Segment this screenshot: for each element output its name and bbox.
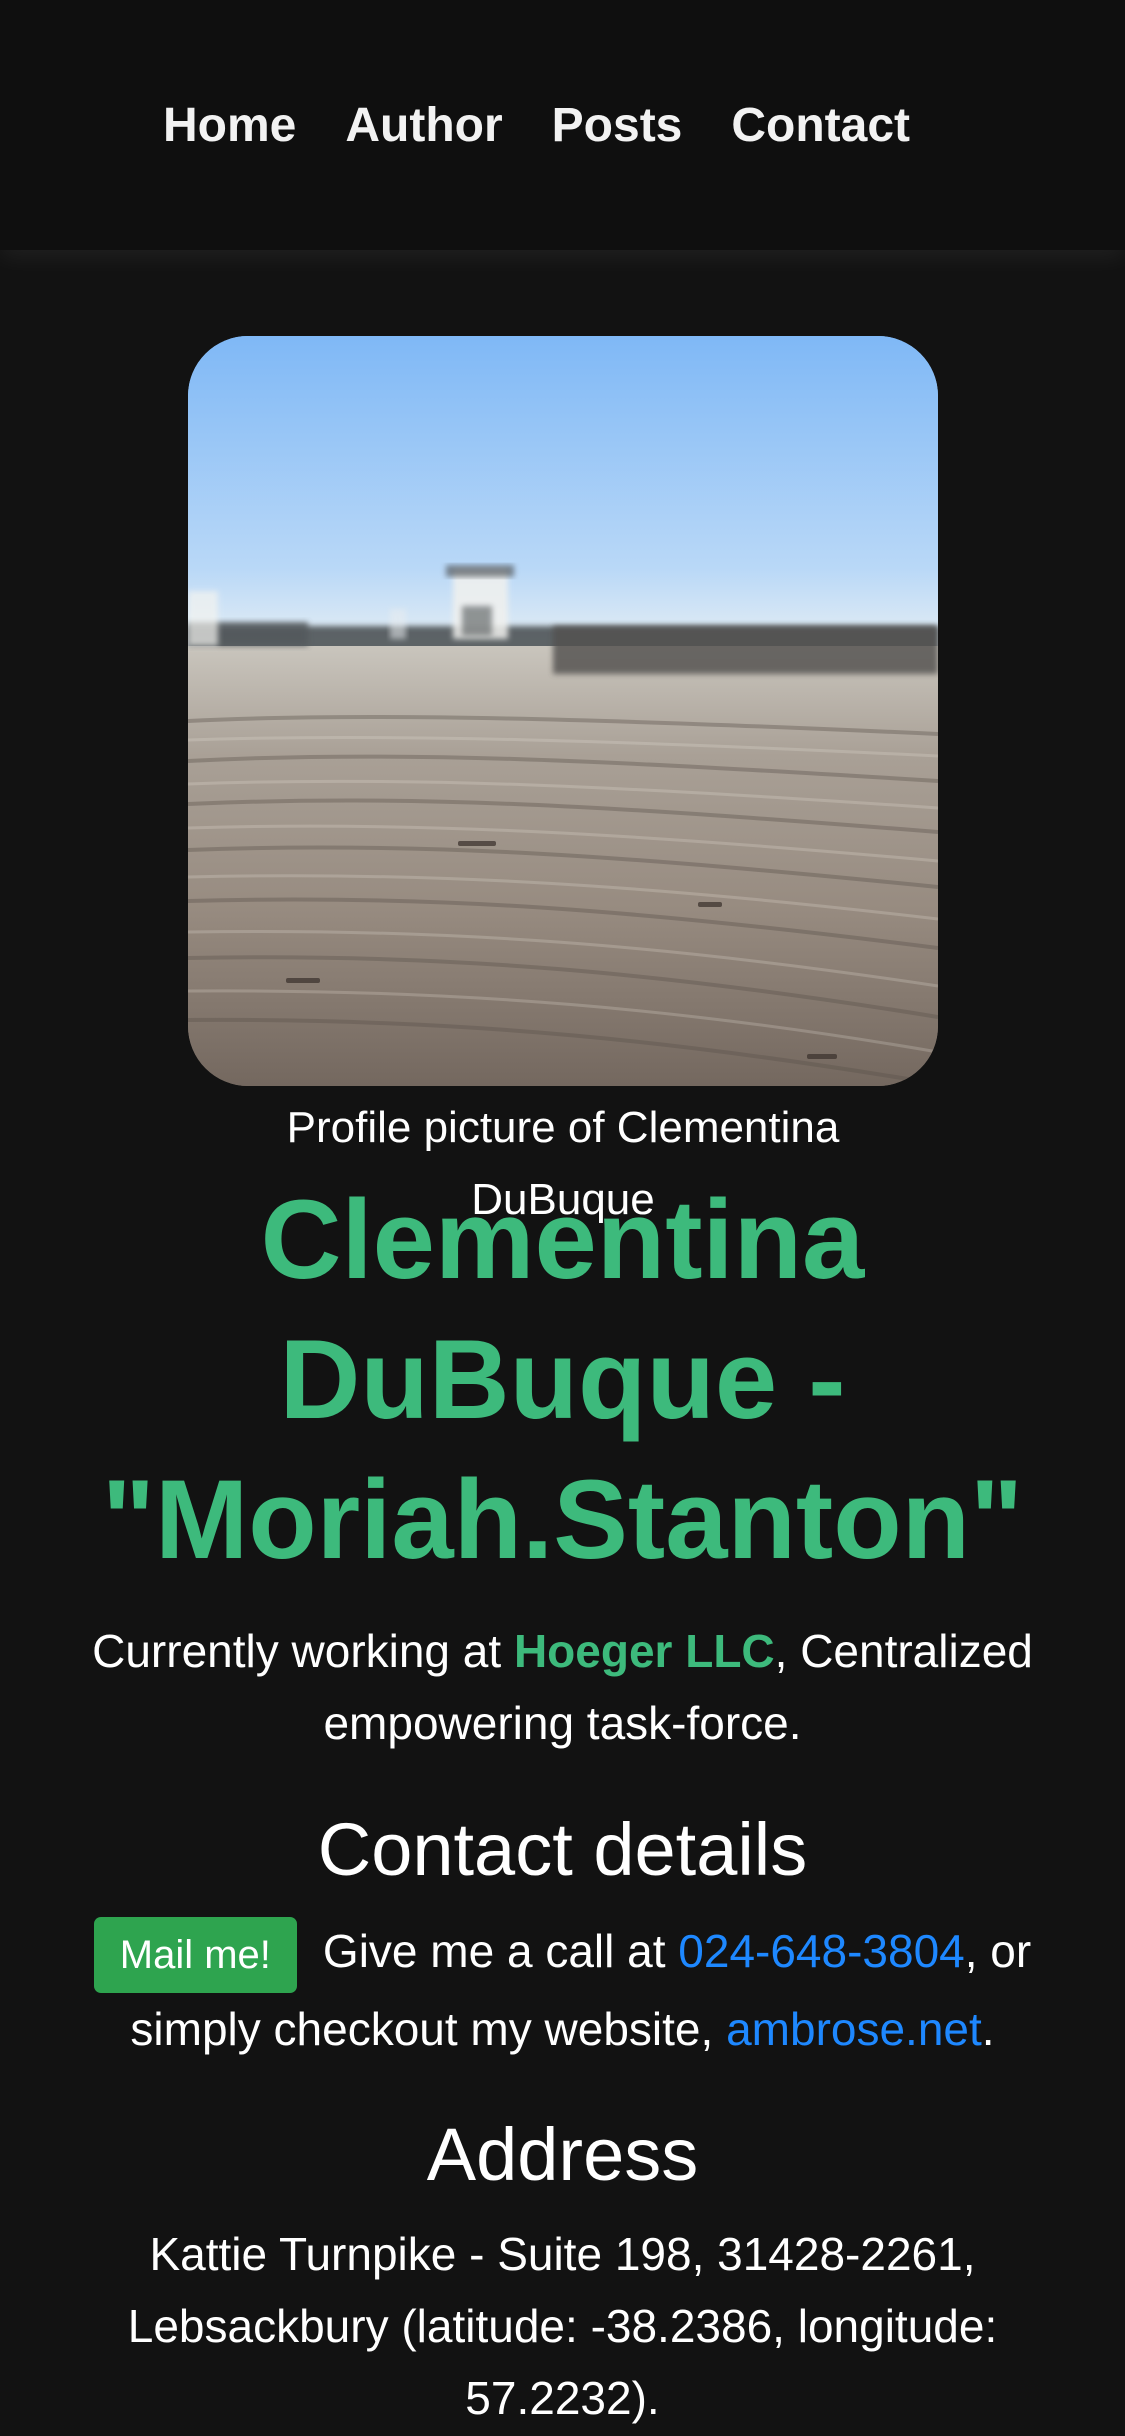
profile-picture bbox=[188, 336, 938, 1086]
website-link[interactable]: ambrose.net bbox=[726, 2003, 982, 2055]
boardwalk-photo-illustration bbox=[188, 336, 938, 1086]
contact-details-heading: Contact details bbox=[317, 1808, 808, 1891]
nav-link-home[interactable]: Home bbox=[163, 96, 296, 156]
nav-link-posts[interactable]: Posts bbox=[552, 96, 683, 156]
mail-me-button[interactable]: Mail me! bbox=[93, 1916, 297, 1993]
contact-end-text: . bbox=[981, 2002, 995, 2055]
top-navigation: Home Author Posts Contact bbox=[0, 0, 1125, 250]
call-text: Give me a call at bbox=[322, 1925, 679, 1977]
address-text: Kattie Turnpike - Suite 198, 31428-2261,… bbox=[127, 2228, 998, 2424]
work-summary: Currently working at Hoeger LLC, Central… bbox=[40, 1615, 1085, 1759]
profile-name: Clementina DuBuque - "Moriah.Stanton" bbox=[101, 1177, 1024, 1582]
work-summary-prefix: Currently working at bbox=[92, 1625, 514, 1677]
nav-link-contact[interactable]: Contact bbox=[731, 96, 910, 156]
nav-item-contact: Contact bbox=[731, 96, 959, 156]
phone-link[interactable]: 024-648-3804 bbox=[678, 1925, 964, 1977]
nav-menu: Home Author Posts Contact bbox=[163, 96, 959, 156]
nav-item-home: Home bbox=[163, 96, 345, 156]
address-heading: Address bbox=[426, 2113, 699, 2196]
contact-details: Mail me! Give me a call at 024-648-3804, … bbox=[40, 1915, 1085, 2065]
nav-link-author[interactable]: Author bbox=[345, 96, 502, 156]
company-name: Hoeger LLC bbox=[513, 1625, 775, 1677]
nav-item-author: Author bbox=[345, 96, 551, 156]
nav-item-posts: Posts bbox=[552, 96, 732, 156]
profile-figure: Profile picture of Clementina DuBuque bbox=[188, 336, 938, 1224]
